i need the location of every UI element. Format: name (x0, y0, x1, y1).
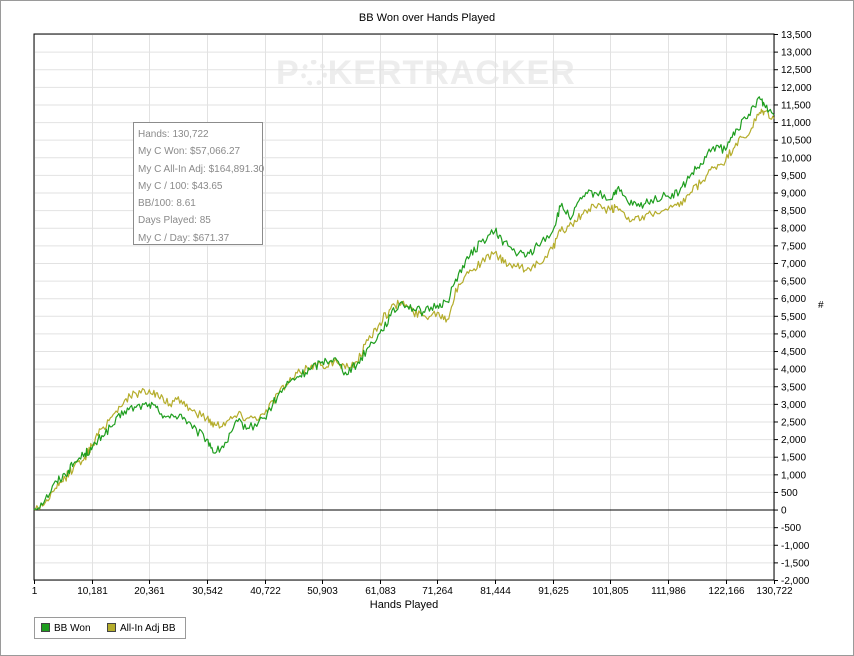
legend-item-allin-adj[interactable]: All-In Adj BB (107, 623, 176, 634)
x-tick-label: 81,444 (480, 586, 511, 597)
y-tick-label: 10,000 (781, 153, 812, 164)
x-tick-label: 50,903 (307, 586, 338, 597)
y-tick-label: 3,000 (781, 400, 806, 411)
x-tick-label: 61,083 (365, 586, 396, 597)
y-tick-label: 5,500 (781, 312, 806, 323)
x-tick-label: 130,722 (756, 586, 793, 597)
y-tick-label: 6,500 (781, 277, 806, 288)
y-tick-label: 3,500 (781, 382, 806, 393)
y-tick-label: 7,000 (781, 259, 806, 270)
x-tick-label: 20,361 (134, 586, 165, 597)
x-tick-label: 122,166 (708, 586, 745, 597)
x-tick-label: 40,722 (250, 586, 281, 597)
y-tick-label: 6,000 (781, 294, 806, 305)
x-tick-label: 30,542 (192, 586, 223, 597)
y-tick-label: 13,500 (781, 30, 812, 41)
y-tick-label: 7,500 (781, 241, 806, 252)
y-tick-label: 1,000 (781, 470, 806, 481)
y-tick-label: 4,500 (781, 347, 806, 358)
y-tick-label: 8,000 (781, 224, 806, 235)
y-tick-label: 1,500 (781, 453, 806, 464)
y-tick-label: 13,000 (781, 48, 812, 59)
y-tick-label: 5,000 (781, 329, 806, 340)
legend-swatch-allin-adj (107, 623, 116, 632)
y-tick-label: 4,000 (781, 365, 806, 376)
y-tick-label: 8,500 (781, 206, 806, 217)
y-tick-label: -1,000 (781, 541, 810, 552)
x-tick-label: 1 (32, 586, 38, 597)
x-tick-label: 101,805 (592, 586, 629, 597)
tooltip-per-day: My C / Day: $671.37 (138, 232, 230, 244)
tooltip-days-played: Days Played: 85 (138, 215, 211, 227)
x-tick-label: 111,986 (651, 586, 686, 597)
tooltip-hands: Hands: 130,722 (138, 129, 209, 140)
x-tick-label: 10,181 (77, 586, 108, 597)
y-tick-label: 9,000 (781, 189, 806, 200)
y-tick-label: 11,500 (781, 100, 811, 111)
y-tick-label: 2,500 (781, 417, 806, 428)
y-tick-label: -500 (781, 523, 801, 534)
legend-label-bb-won: BB Won (54, 623, 91, 634)
y-axis-label: # (818, 300, 824, 311)
y-tick-label: 9,500 (781, 171, 806, 182)
y-tick-label: 12,000 (781, 83, 812, 94)
y-tick-label: 2,000 (781, 435, 806, 446)
chart-plot: -2,000-1,500-1,000-50005001,0001,5002,00… (32, 30, 812, 597)
y-tick-label: -1,500 (781, 558, 810, 569)
y-tick-label: 10,500 (781, 136, 812, 147)
y-tick-label: 0 (781, 506, 787, 517)
tooltip-allin-adj: My C All-In Adj: $164,891.30 (138, 163, 265, 175)
chart-legend: BB Won All-In Adj BB (34, 617, 186, 639)
y-tick-label: 12,500 (781, 65, 812, 76)
x-tick-label: 91,625 (538, 586, 569, 597)
x-tick-label: 71,264 (422, 586, 453, 597)
tooltip-won: My C Won: $57,066.27 (138, 146, 241, 158)
tooltip-per-100: My C / 100: $43.65 (138, 180, 223, 192)
legend-item-bb-won[interactable]: BB Won (41, 623, 91, 634)
y-tick-label: 11,000 (781, 118, 811, 129)
tooltip-bb-per-100: BB/100: 8.61 (138, 198, 196, 210)
stats-tooltip: Hands: 130,722 My C Won: $57,066.27 My C… (133, 122, 265, 245)
legend-swatch-bb-won (41, 623, 50, 632)
y-tick-label: 500 (781, 488, 798, 499)
legend-label-allin-adj: All-In Adj BB (120, 623, 176, 634)
x-axis-title: Hands Played (369, 599, 439, 611)
